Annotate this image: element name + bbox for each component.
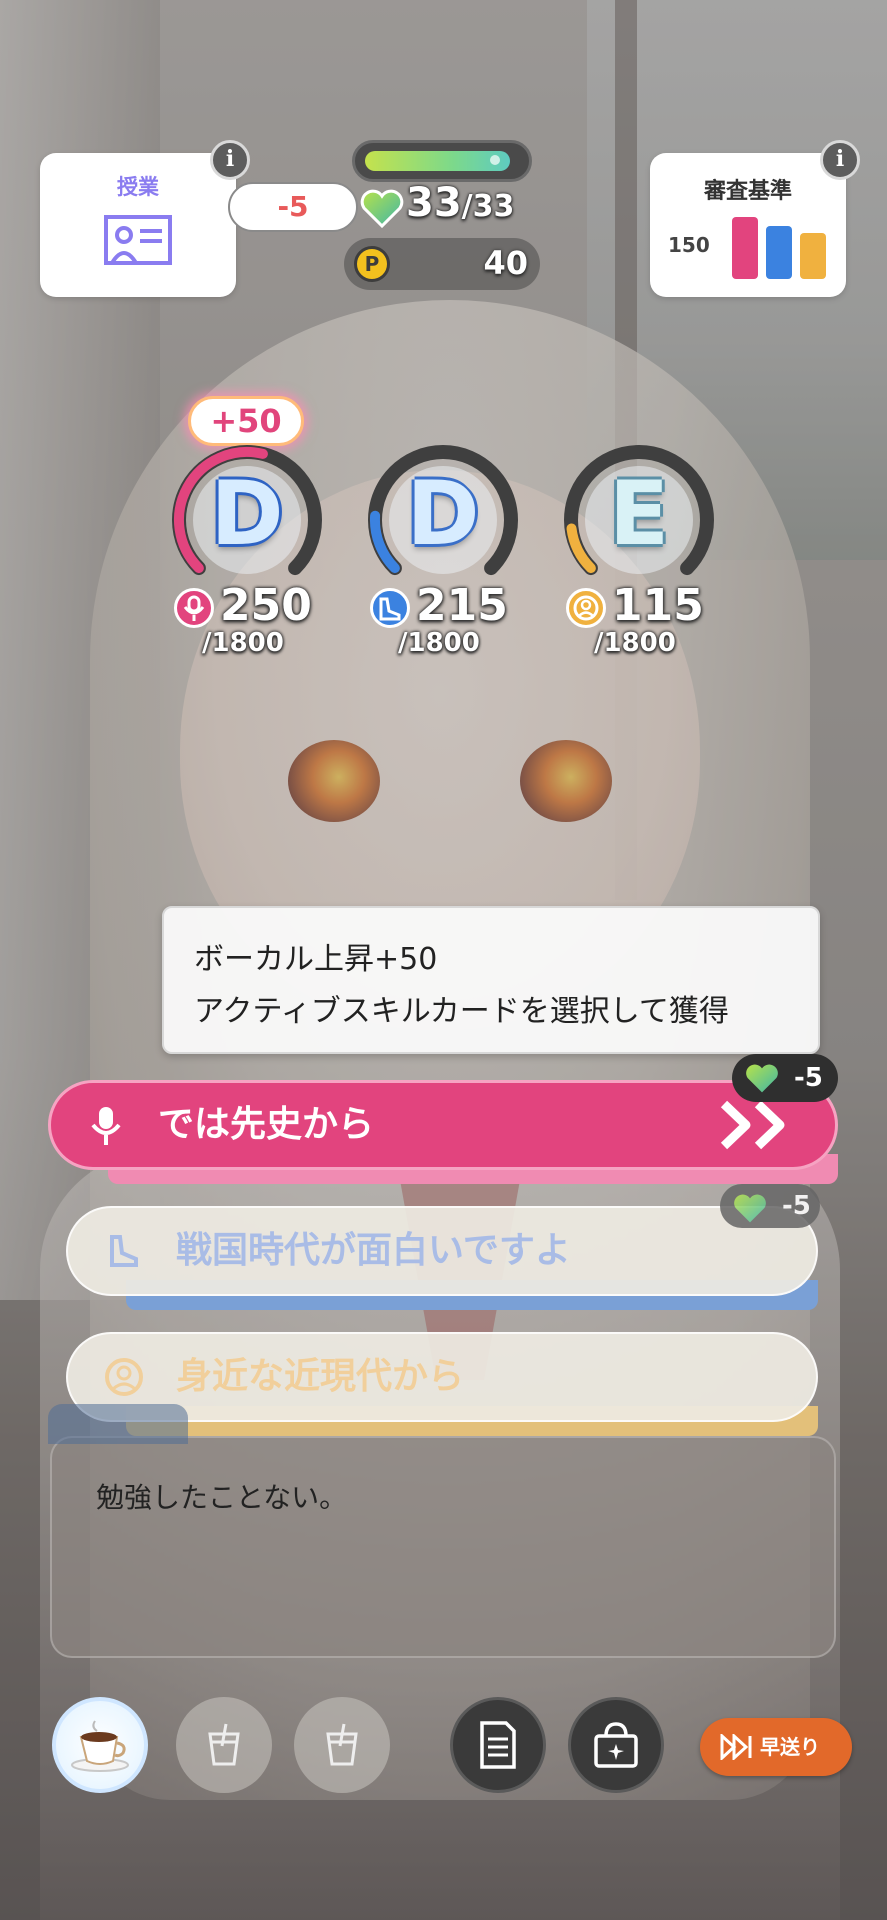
visual-face-icon [105,1358,143,1396]
fast-forward-icon [720,1734,752,1760]
choice-label: では先史から [158,1104,375,1145]
memo-button[interactable] [450,1697,546,1793]
fast-forward-label: 早送り [760,1735,820,1759]
stat-grade: E [608,462,670,565]
criteria-bar [800,233,826,279]
choice-button-dance[interactable]: 戦国時代が面白いですよ [66,1206,818,1310]
stat-value: 115 [612,580,704,631]
coffee-drink-button[interactable] [52,1697,148,1793]
stat-dance[interactable]: D 215 /1800 [358,440,528,660]
stat-vocal[interactable]: D 250 /1800 [162,440,332,660]
p-points-row: P 40 [344,238,540,290]
stamina-readout: 33/33 [406,180,514,226]
visual-face-icon [566,588,606,628]
fast-forward-button[interactable]: 早送り [700,1718,852,1776]
dialogue-name-tab [48,1404,188,1444]
coffee-drink-icon [71,1720,129,1772]
double-chevron-right-icon [720,1100,785,1150]
tooltip-line1: ボーカル上昇+50 [194,942,438,977]
stat-max: /1800 [398,628,480,658]
criteria-value: 150 [668,233,710,257]
criteria-title: 審査基準 [703,179,792,204]
choice-label: 身近な近現代から [176,1356,465,1397]
effect-tooltip: ボーカル上昇+50 アクティブスキルカードを選択して獲得 [162,906,820,1054]
choice-cost: -5 [782,1191,811,1221]
choice-cost-badge: -5 [732,1054,838,1102]
memo-icon [480,1721,516,1769]
item-bag-button[interactable] [568,1697,664,1793]
stat-grade: D [210,462,284,565]
drink-slot-2[interactable] [294,1697,390,1793]
stamina-current: 33 [406,180,462,226]
stat-grade: D [406,462,480,565]
empty-drink-slot-icon [326,1723,358,1766]
criteria-bar [766,225,792,279]
stamina-heart-icon [360,189,404,228]
empty-drink-slot-icon [208,1723,240,1766]
choice-cost: -5 [794,1063,823,1093]
stat-max: /1800 [594,628,676,658]
choice-label: 戦国時代が面白いですよ [176,1230,571,1271]
dialogue-text: 勉強したことない。 [96,1481,348,1514]
stamina-bar-fill [365,151,510,171]
stat-value: 250 [220,580,312,631]
criteria-info-icon[interactable]: i [820,140,860,180]
stamina-heart-icon [746,1064,778,1093]
tooltip-line2: アクティブスキルカードを選択して獲得 [194,994,729,1029]
bag-icon [594,1722,638,1768]
p-points-value: 40 [483,244,528,282]
stat-bonus-badge: +50 [188,396,304,446]
stat-value: 215 [416,580,508,631]
stamina-delta-bubble: -5 [228,182,358,232]
criteria-bar [732,217,758,279]
microphone-icon [91,1107,121,1145]
criteria-card[interactable]: 審査基準 150 [650,153,846,297]
choice-cost-badge: -5 [720,1184,820,1228]
stamina-bar [352,140,532,182]
lesson-info-icon[interactable]: i [210,140,250,180]
stamina-separator: / [461,189,473,224]
stamina-heart-icon [734,1194,766,1223]
dialogue-box[interactable]: 勉強したことない。 [48,1404,836,1658]
stat-visual[interactable]: E 115 /1800 [554,440,724,660]
stamina-max: 33 [472,189,515,224]
teacher-board-icon [104,215,172,265]
lesson-title: 授業 [117,175,159,199]
microphone-icon [174,588,214,628]
dance-shoe-icon [370,588,410,628]
dance-shoe-icon [110,1235,138,1267]
stat-max: /1800 [202,628,284,658]
p-coin-icon: P [354,246,390,282]
lesson-card[interactable]: 授業 [40,153,236,297]
choice-button-vocal[interactable]: では先史から [48,1080,838,1184]
drink-slot-1[interactable] [176,1697,272,1793]
